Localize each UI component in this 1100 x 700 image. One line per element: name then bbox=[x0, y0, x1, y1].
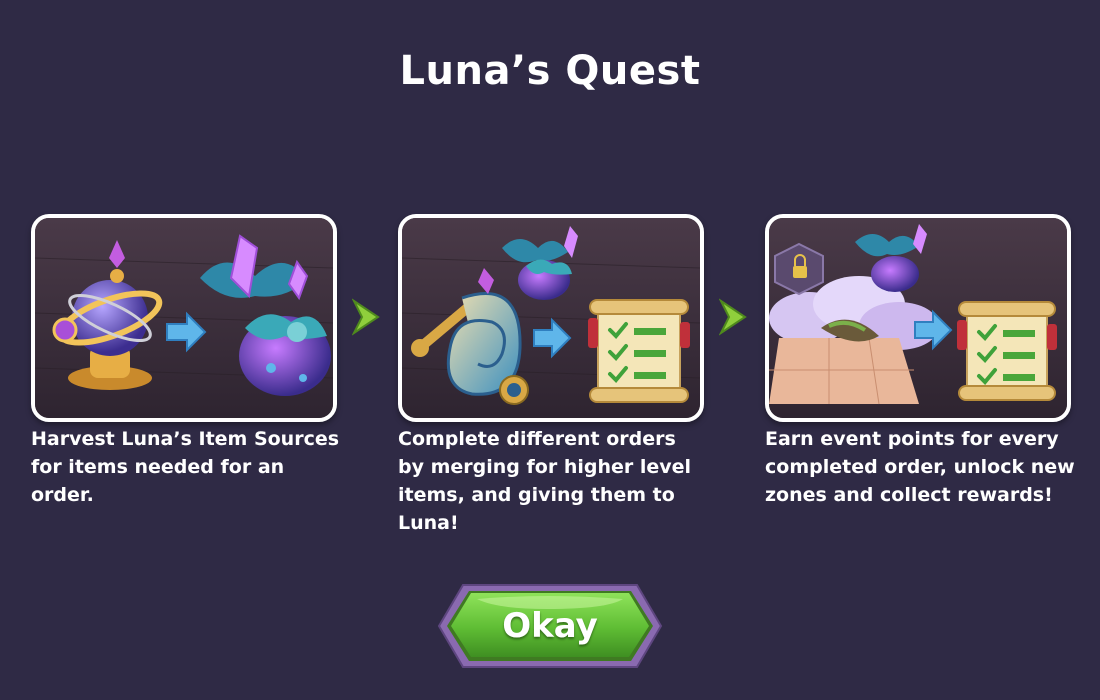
chevron-right-icon bbox=[352, 298, 380, 336]
step-1-illustration bbox=[31, 214, 337, 422]
step-1-caption: Harvest Luna’s Item Sources for items ne… bbox=[31, 428, 340, 506]
quest-info-dialog: Luna’s Quest Harvest Luna’s Item Sources… bbox=[0, 0, 1100, 700]
chevron-right-icon bbox=[719, 298, 747, 336]
order-scroll-icon bbox=[957, 301, 1057, 401]
step-2-illustration bbox=[398, 214, 704, 422]
okay-button[interactable]: Okay bbox=[437, 583, 663, 669]
step-3-caption: Earn event points for every completed or… bbox=[765, 428, 1075, 506]
okay-button-label[interactable]: Okay bbox=[437, 583, 663, 669]
order-scroll-icon bbox=[588, 299, 690, 403]
step-2-caption: Complete different orders by merging for… bbox=[398, 428, 692, 534]
dialog-title: Luna’s Quest bbox=[399, 48, 701, 94]
step-3-illustration bbox=[765, 214, 1071, 422]
